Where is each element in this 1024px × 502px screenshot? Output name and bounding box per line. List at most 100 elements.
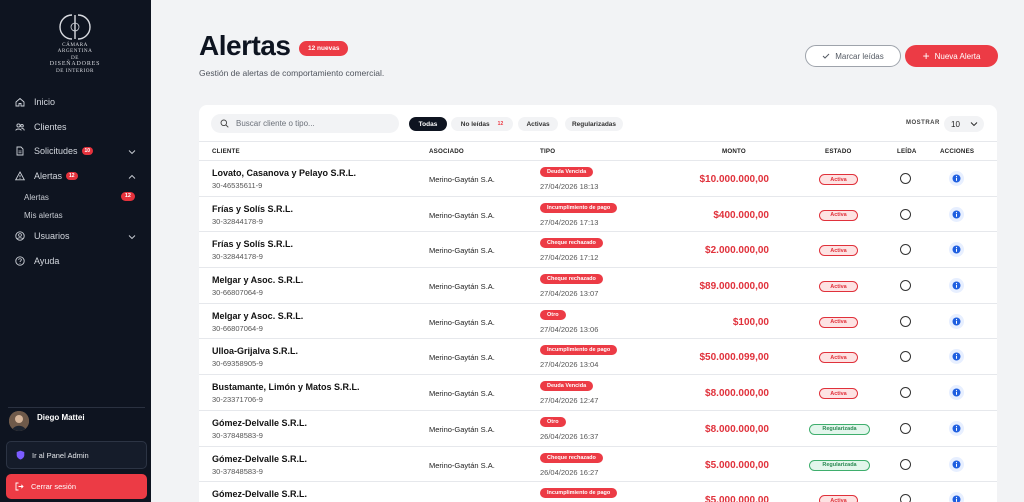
info-icon[interactable] xyxy=(949,420,964,436)
logo-text-4: DE INTERIOR xyxy=(56,67,94,74)
sidebar-divider xyxy=(8,407,145,408)
table-row[interactable]: Melgar y Asoc. S.R.L. 30-66807064-9 Meri… xyxy=(199,302,997,339)
table-row[interactable]: Ulloa-Grijalva S.R.L. 30-69358905-9 Meri… xyxy=(199,338,997,374)
alert-date: 27/04/2026 13:07 xyxy=(540,289,599,299)
info-icon[interactable] xyxy=(949,278,964,294)
client-name: Frías y Solís S.R.L. xyxy=(212,239,294,250)
mark-read-label: Marcar leídas xyxy=(835,51,884,61)
page-size-value: 10 xyxy=(951,119,960,129)
chevron-up-icon[interactable] xyxy=(128,172,136,182)
read-radio[interactable] xyxy=(900,458,911,470)
client-name: Gómez-Delvalle S.R.L. xyxy=(212,453,308,464)
alert-type-badge: Cheque rechazado xyxy=(540,238,603,249)
info-icon[interactable] xyxy=(949,171,964,186)
filter-todas[interactable]: Todas xyxy=(409,117,447,131)
table-body: Lovato, Casanova y Pelayo S.R.L. 30-4653… xyxy=(199,160,997,502)
sidebar-item-label: Ayuda xyxy=(34,255,60,266)
table-row[interactable]: Bustamante, Limón y Matos S.R.L. 30-2337… xyxy=(199,374,997,410)
sidebar-subitem-mis-alertas[interactable]: Mis alertas xyxy=(0,206,151,224)
table-row[interactable]: Frías y Solís S.R.L. 30-32844178-9 Merin… xyxy=(199,195,997,232)
read-radio[interactable] xyxy=(900,494,911,502)
alert-date: 26/04/2026 16:37 xyxy=(540,431,599,441)
sidebar-item-inicio[interactable]: Inicio xyxy=(0,90,151,115)
column-header-monto: MONTO xyxy=(722,148,746,155)
table-row[interactable]: Lovato, Casanova y Pelayo S.R.L. 30-4653… xyxy=(199,160,997,196)
chevron-down-icon[interactable] xyxy=(128,147,136,157)
info-icon[interactable] xyxy=(949,492,964,502)
alertas-badge: 12 xyxy=(66,171,78,180)
alert-amount: $100,00 xyxy=(732,316,769,328)
solicitudes-badge: 10 xyxy=(81,147,94,156)
read-radio[interactable] xyxy=(900,387,911,399)
mark-read-button[interactable]: Marcar leídas xyxy=(805,45,901,67)
chevron-down-icon[interactable] xyxy=(128,232,136,242)
sidebar-subitem-alertas[interactable]: Alertas 12 xyxy=(0,188,151,206)
filter-activas[interactable]: Activas xyxy=(518,117,558,131)
home-icon xyxy=(15,97,25,107)
column-header-leida: LEÍDA xyxy=(897,148,917,155)
read-radio[interactable] xyxy=(900,315,911,327)
table-row[interactable]: Gómez-Delvalle S.R.L. Incumplimiento de … xyxy=(199,481,997,502)
search-box[interactable] xyxy=(211,114,399,133)
associate-name: Merino-Gaytán S.A. xyxy=(429,282,495,292)
new-alert-button[interactable]: + Nueva Alerta xyxy=(905,45,998,67)
page-size-select[interactable]: 10 xyxy=(944,116,984,132)
sidebar-item-label: Usuarios xyxy=(34,231,70,242)
sidebar-item-label: Solicitudes xyxy=(34,146,78,157)
admin-panel-button[interactable]: Ir al Panel Admin xyxy=(6,441,147,469)
column-header-tipo: TIPO xyxy=(540,148,556,155)
status-badge: Activa xyxy=(819,352,858,364)
sidebar: CÁMARA ARGENTINA DE DISEÑADORES DE INTER… xyxy=(0,0,151,502)
user-circle-icon xyxy=(15,231,25,241)
read-radio[interactable] xyxy=(900,244,911,256)
client-cuit: 30-23371706-9 xyxy=(212,395,263,405)
read-radio[interactable] xyxy=(900,422,911,434)
sidebar-item-usuarios[interactable]: Usuarios xyxy=(0,224,151,249)
status-badge: Activa xyxy=(819,281,858,293)
table-row[interactable]: Melgar y Asoc. S.R.L. 30-66807064-9 Meri… xyxy=(199,267,997,303)
associate-name: Merino-Gaytán S.A. xyxy=(429,460,495,470)
alert-date: 27/04/2026 18:13 xyxy=(540,182,599,191)
info-icon[interactable] xyxy=(949,242,964,258)
check-icon xyxy=(822,53,830,59)
new-alert-label: Nueva Alerta xyxy=(934,51,981,61)
status-badge: Activa xyxy=(819,388,858,400)
user-name: Diego Mattei xyxy=(37,412,85,422)
info-icon[interactable] xyxy=(949,385,964,401)
associate-name: Merino-Gaytán S.A. xyxy=(429,389,495,399)
read-radio[interactable] xyxy=(900,173,911,184)
sidebar-item-ayuda[interactable]: Ayuda xyxy=(0,249,151,274)
info-icon[interactable] xyxy=(949,349,964,365)
read-radio[interactable] xyxy=(900,208,911,220)
filter-count: 12 xyxy=(497,121,504,127)
info-icon[interactable] xyxy=(949,456,964,472)
sidebar-nav: Inicio Clientes Solicitudes 10 Alertas 1… xyxy=(0,90,151,273)
alert-amount: $10.000.000,00 xyxy=(699,174,769,185)
associate-name: Merino-Gaytán S.A. xyxy=(429,424,495,434)
search-input[interactable] xyxy=(236,119,386,128)
filter-regularizadas[interactable]: Regularizadas xyxy=(565,117,623,131)
table-row[interactable]: Gómez-Delvalle S.R.L. 30-37848583-9 Meri… xyxy=(199,409,997,446)
sidebar-item-clientes[interactable]: Clientes xyxy=(0,115,151,140)
logout-button[interactable]: Cerrar sesión xyxy=(6,474,147,499)
search-icon xyxy=(220,119,229,128)
client-name: Melgar y Asoc. S.R.L. xyxy=(212,310,304,321)
sidebar-item-solicitudes[interactable]: Solicitudes 10 xyxy=(0,139,151,164)
read-radio[interactable] xyxy=(900,351,911,363)
associate-name: Merino-Gaytán S.A. xyxy=(429,246,495,256)
info-icon[interactable] xyxy=(949,206,964,222)
sidebar-item-alertas[interactable]: Alertas 12 xyxy=(0,164,151,189)
filter-no-leidas[interactable]: No leídas 12 xyxy=(451,117,513,131)
client-name: Gómez-Delvalle S.R.L. xyxy=(212,489,308,500)
document-icon xyxy=(15,146,25,156)
associate-name: Merino-Gaytán S.A. xyxy=(429,317,495,327)
table-row[interactable]: Frías y Solís S.R.L. 30-32844178-9 Merin… xyxy=(199,231,997,267)
logout-icon xyxy=(15,482,24,491)
info-icon[interactable] xyxy=(949,313,964,329)
column-header-asociado: ASOCIADO xyxy=(429,148,464,155)
table-row[interactable]: Gómez-Delvalle S.R.L. 30-37848583-9 Meri… xyxy=(199,445,997,482)
read-radio[interactable] xyxy=(900,280,911,292)
user-profile[interactable]: Diego Mattei xyxy=(9,411,85,431)
help-icon xyxy=(15,256,25,266)
alert-amount: $89.000.000,00 xyxy=(699,281,769,293)
